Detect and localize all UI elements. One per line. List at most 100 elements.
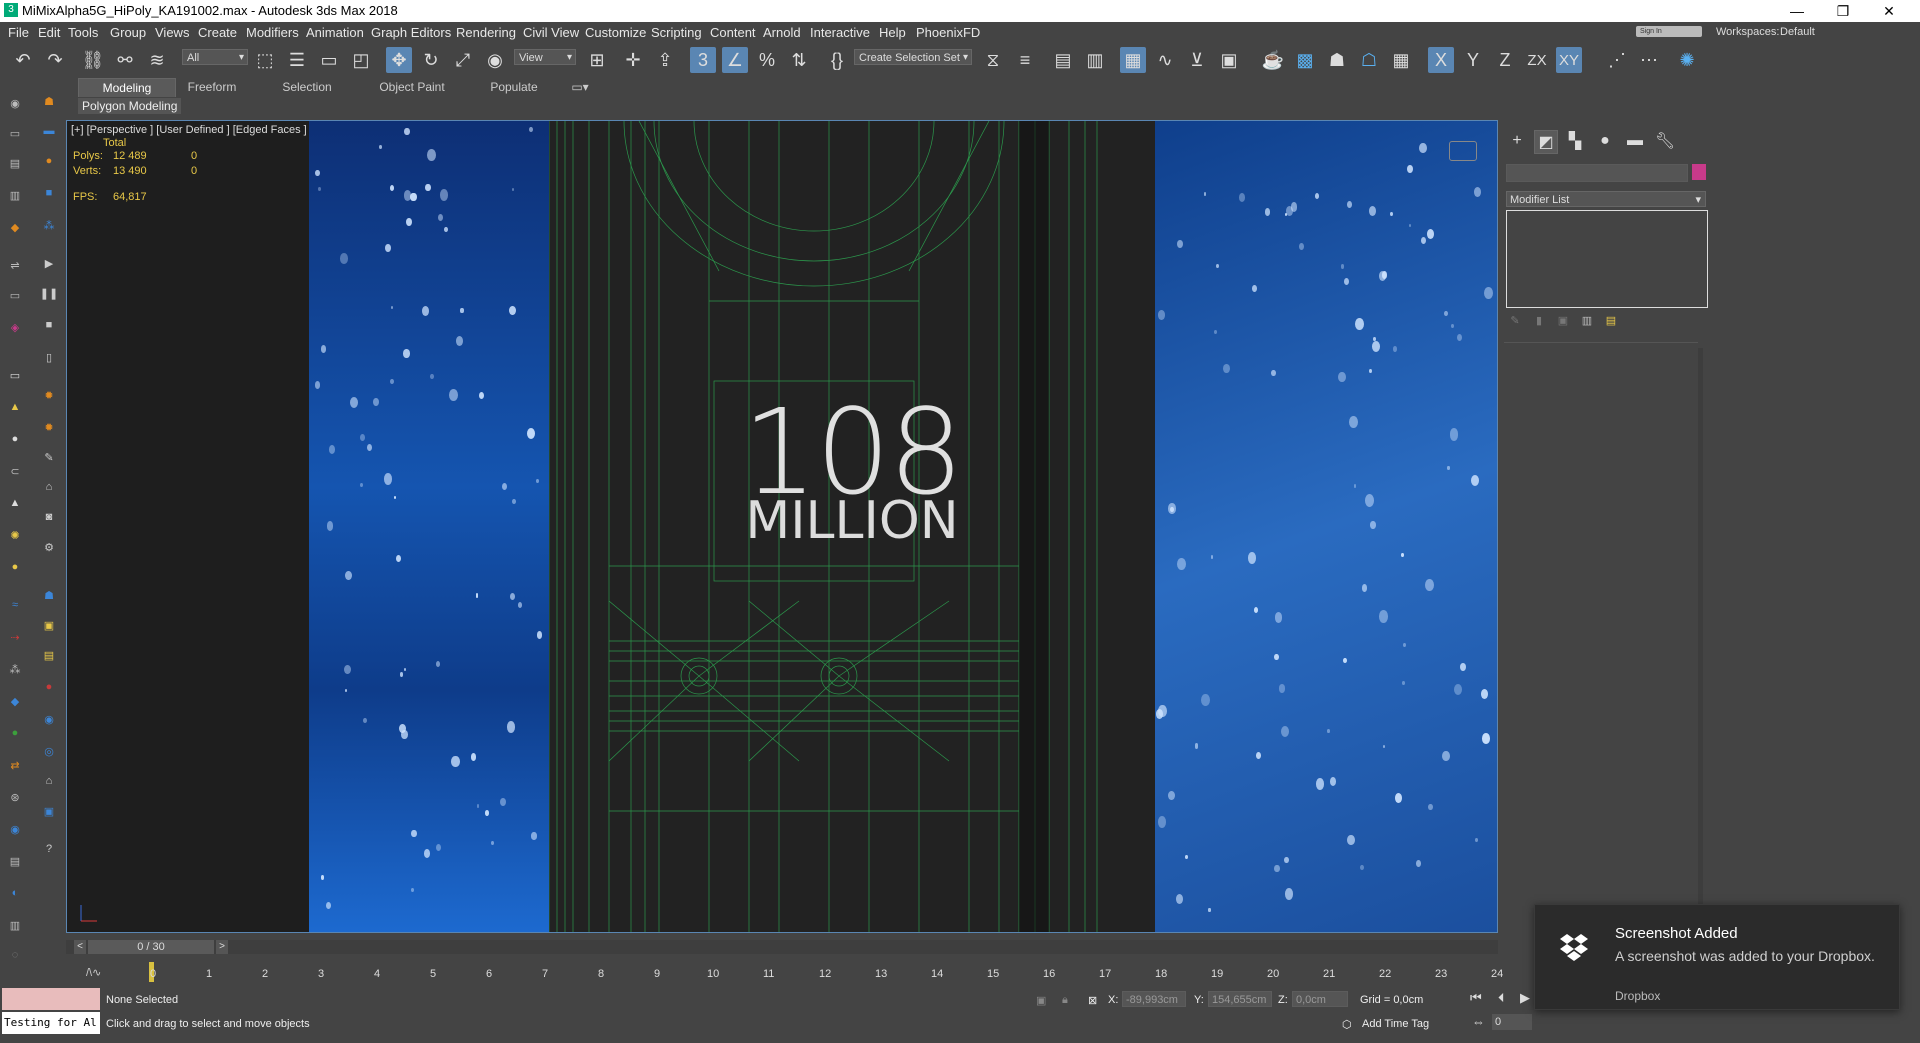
panel-scrollbar[interactable] <box>1698 348 1703 928</box>
lock-icon[interactable]: ⌂ <box>40 478 58 496</box>
tool-icon[interactable]: ⇢ <box>6 628 24 646</box>
utilities-tab-icon[interactable]: 🔧︎ <box>1654 130 1676 152</box>
workspaces-dropdown[interactable]: Default <box>1780 26 1815 38</box>
tool-icon[interactable]: ⇄ <box>6 756 24 774</box>
pivot-center-icon[interactable]: ⊞ <box>584 47 610 73</box>
axis-xy-button[interactable]: XY <box>1556 47 1582 73</box>
select-object-icon[interactable]: ⬚ <box>252 47 278 73</box>
tool-icon[interactable]: ▲ <box>6 494 24 512</box>
shell-icon[interactable]: ▣ <box>40 802 58 820</box>
trash-icon[interactable]: ▯ <box>40 348 58 366</box>
window-crossing-icon[interactable]: ◰ <box>348 47 374 73</box>
unlink-icon[interactable]: ⚯ <box>112 47 138 73</box>
tool-icon[interactable]: ◉ <box>6 820 24 838</box>
menu-file[interactable]: File <box>8 25 29 40</box>
named-selection-dropdown[interactable]: Create Selection Set <box>854 49 972 66</box>
ribbon-toggle-icon[interactable]: ▦ <box>1120 47 1146 73</box>
tool-icon[interactable]: ● <box>6 724 24 742</box>
help-icon[interactable]: ? <box>40 840 58 858</box>
edit-named-selection-icon[interactable]: {} <box>824 47 850 73</box>
minimize-button[interactable]: — <box>1774 0 1820 22</box>
tool-icon[interactable]: ▭ <box>6 124 24 142</box>
tab-modeling[interactable]: Modeling <box>78 78 176 97</box>
phone-mesh[interactable]: 108 MILLION <box>549 121 1155 932</box>
selection-lock-icon[interactable]: 🔒︎ <box>1062 994 1068 1007</box>
sphere-blue-icon[interactable]: ◉ <box>40 710 58 728</box>
play-icon[interactable]: ▶ <box>40 254 58 272</box>
tool-icon[interactable]: ⇌ <box>6 256 24 274</box>
curve-editor-icon[interactable]: ∿ <box>1152 47 1178 73</box>
tool-icon[interactable]: ◌ <box>6 946 24 964</box>
snap-options-icon[interactable]: ⋯ <box>1636 47 1662 73</box>
time-next-button[interactable]: > <box>216 940 228 954</box>
align-icon[interactable]: ≡ <box>1012 47 1038 73</box>
current-frame-field[interactable]: 0 <box>1492 1014 1532 1030</box>
tool-icon[interactable]: ⊂ <box>6 462 24 480</box>
tab-object-paint[interactable]: Object Paint <box>374 78 450 96</box>
maxscript-listener-output[interactable] <box>2 988 100 1010</box>
tab-selection[interactable]: Selection <box>276 78 338 96</box>
render-iterative-icon[interactable]: ▦ <box>1388 47 1414 73</box>
undo-icon[interactable]: ↶ <box>10 47 36 73</box>
scene-explorer-icon[interactable]: ▤ <box>1050 47 1076 73</box>
axis-z-button[interactable]: Z <box>1492 47 1518 73</box>
edit-icon[interactable]: ✎ <box>40 448 58 466</box>
nodes-icon[interactable]: ⁂ <box>40 216 58 234</box>
gear-icon[interactable]: ⚙ <box>40 538 58 556</box>
smoke-icon[interactable]: ✹ <box>40 418 58 436</box>
ribbon-options-icon[interactable]: ▭▾ <box>566 78 594 96</box>
select-by-name-icon[interactable]: ☰ <box>284 47 310 73</box>
menu-create[interactable]: Create <box>198 25 237 40</box>
redo-icon[interactable]: ↷ <box>42 47 68 73</box>
emitter-icon[interactable]: ● <box>40 678 58 696</box>
menu-content[interactable]: Content <box>710 25 756 40</box>
menu-group[interactable]: Group <box>110 25 146 40</box>
tool-icon[interactable]: ⊛ <box>6 788 24 806</box>
sun-icon[interactable]: ✺ <box>6 526 24 544</box>
tool-icon[interactable]: ● <box>6 430 24 448</box>
viewport-label[interactable]: [+] [Perspective ] [User Defined ] [Edge… <box>71 124 307 136</box>
time-slider-thumb[interactable]: 0 / 30 <box>88 940 214 954</box>
absolute-mode-icon[interactable]: ⊠ <box>1088 994 1097 1007</box>
go-to-start-icon[interactable]: ⏮ <box>1470 990 1482 1006</box>
schematic-view-icon[interactable]: ⊻ <box>1184 47 1210 73</box>
menu-scripting[interactable]: Scripting <box>651 25 702 40</box>
maximize-button[interactable]: ❐ <box>1820 0 1866 22</box>
tool-icon[interactable]: ● <box>6 558 24 576</box>
swirl-icon[interactable]: ◎ <box>40 742 58 760</box>
snap-toggle-icon[interactable]: ✺ <box>1674 47 1700 73</box>
add-time-tag[interactable]: Add Time Tag <box>1362 1018 1429 1030</box>
sphere-icon[interactable]: ● <box>40 152 58 170</box>
pause-icon[interactable]: ❚❚ <box>40 284 58 302</box>
tool-icon[interactable]: ▤ <box>6 154 24 172</box>
time-tag-icon[interactable]: ⬡ <box>1342 1018 1352 1031</box>
dropbox-notification[interactable]: Screenshot Added A screenshot was added … <box>1534 904 1900 1010</box>
tool-icon[interactable]: ▥ <box>6 186 24 204</box>
tool-icon[interactable]: ▤ <box>6 852 24 870</box>
modify-tab-icon[interactable]: ◩ <box>1534 130 1558 154</box>
menu-graph-editors[interactable]: Graph Editors <box>371 25 451 40</box>
bind-spacewarp-icon[interactable]: ≋ <box>144 47 170 73</box>
previous-frame-icon[interactable]: ⏴ <box>1498 990 1505 1006</box>
axis-x-button[interactable]: X <box>1428 47 1454 73</box>
select-scale-icon[interactable]: ⤢ <box>450 47 476 73</box>
angle-snap-icon[interactable]: ∠ <box>722 47 748 73</box>
menu-interactive[interactable]: Interactive <box>810 25 870 40</box>
motion-tab-icon[interactable]: ● <box>1594 130 1616 152</box>
place-icon[interactable]: ◉ <box>482 47 508 73</box>
container-icon[interactable]: ▣ <box>40 616 58 634</box>
menu-animation[interactable]: Animation <box>306 25 364 40</box>
menu-customize[interactable]: Customize <box>585 25 646 40</box>
show-end-result-icon[interactable]: ▮ <box>1532 314 1546 328</box>
rect-selection-icon[interactable]: ▭ <box>316 47 342 73</box>
track-bar[interactable]: /\∿ 0 1 2 3 4 5 6 7 8 9 10 11 12 13 14 1… <box>66 962 1503 984</box>
tool-icon[interactable]: ▭ <box>6 286 24 304</box>
tab-freeform[interactable]: Freeform <box>180 78 244 96</box>
spinner-snap-icon[interactable]: ⇅ <box>786 47 812 73</box>
selection-filter-dropdown[interactable]: All <box>182 49 248 66</box>
menu-civil-view[interactable]: Civil View <box>523 25 579 40</box>
menu-tools[interactable]: Tools <box>68 25 98 40</box>
render-activeshade-icon[interactable]: ☖ <box>1356 47 1382 73</box>
menu-help[interactable]: Help <box>879 25 906 40</box>
isolate-icon[interactable]: ▣ <box>1036 994 1046 1007</box>
